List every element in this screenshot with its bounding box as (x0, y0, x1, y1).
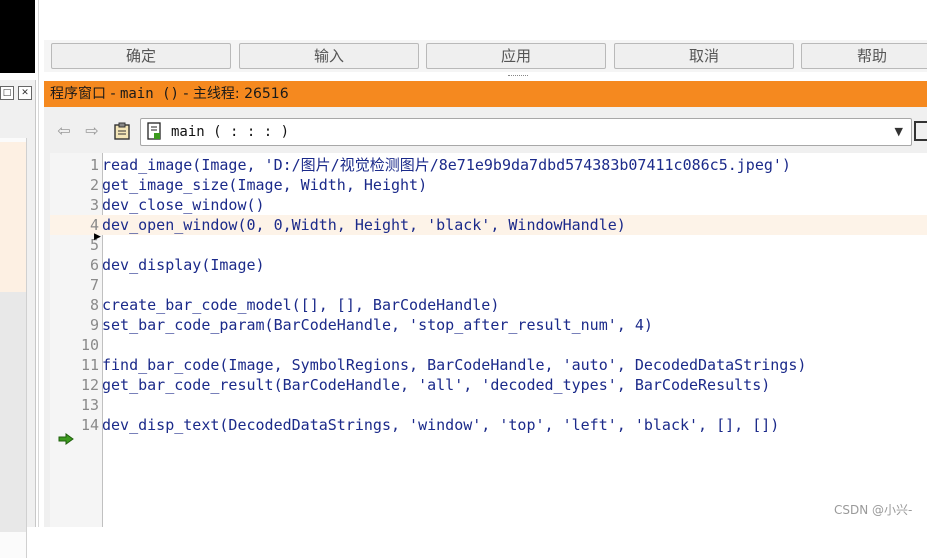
insertion-cursor-icon: ▶ (94, 232, 101, 242)
procedure-icon (147, 122, 161, 140)
forward-arrow-icon[interactable]: ⇨ (82, 121, 102, 141)
left-dark-area (0, 0, 35, 73)
code-line[interactable]: 2 get_image_size(Image, Width, Height) (50, 175, 927, 195)
divider (38, 0, 39, 527)
code-line[interactable]: 8 create_bar_code_model([], [], BarCodeHa… (50, 295, 927, 315)
program-window-title: 程序窗口 - main () - 主线程: 26516 (44, 81, 927, 107)
code-line[interactable]: 3 dev_close_window() (50, 195, 927, 215)
code-line[interactable]: 14 dev_disp_text(DecodedDataStrings, 'win… (50, 415, 927, 435)
restore-icon[interactable]: □ (0, 86, 14, 100)
program-toolbar: ⇦ ⇨ main ( : : : ) ▼ (44, 115, 927, 147)
code-line[interactable]: 12 get_bar_code_result(BarCodeHandle, 'al… (50, 375, 927, 395)
close-icon[interactable]: ✕ (18, 86, 32, 100)
splitter-grip[interactable] (508, 75, 528, 79)
watermark: CSDN @小兴- (834, 503, 913, 517)
code-line[interactable]: 13 (50, 395, 927, 415)
ok-button[interactable]: 确定 (51, 43, 231, 69)
back-arrow-icon[interactable]: ⇦ (54, 121, 74, 141)
help-button[interactable]: 帮助 (801, 43, 927, 69)
procedure-select[interactable]: main ( : : : ) ▼ (140, 118, 912, 146)
cancel-button[interactable]: 取消 (614, 43, 794, 69)
chevron-down-icon[interactable]: ▼ (895, 119, 903, 145)
left-panel-content (0, 138, 27, 558)
code-editor[interactable]: 1 read_image(Image, 'D:/图片/视觉检测图片/8e71e9b… (50, 153, 927, 527)
procedure-select-value: main ( : : : ) (171, 124, 290, 140)
left-side-panel: □ ✕ (0, 80, 36, 558)
program-counter-arrow-icon (58, 433, 74, 445)
code-line[interactable]: 1 read_image(Image, 'D:/图片/视觉检测图片/8e71e9b… (50, 155, 927, 175)
clipboard-icon[interactable] (112, 121, 132, 141)
code-line[interactable]: 6 dev_display(Image) (50, 255, 927, 275)
apply-button[interactable]: 应用 (426, 43, 606, 69)
code-line-current[interactable]: 4 dev_open_window(0, 0,Width, Height, 'bl… (50, 215, 927, 235)
code-line[interactable]: 5 (50, 235, 927, 255)
input-button[interactable]: 输入 (239, 43, 419, 69)
code-line[interactable]: 11 find_bar_code(Image, SymbolRegions, Ba… (50, 355, 927, 375)
code-line[interactable]: 9 set_bar_code_param(BarCodeHandle, 'stop… (50, 315, 927, 335)
program-window: 程序窗口 - main () - 主线程: 26516 ⇦ ⇨ main ( :… (44, 81, 927, 527)
code-line[interactable]: 7 (50, 275, 927, 295)
window-edge-icon[interactable] (914, 121, 927, 141)
code-line[interactable]: 10 (50, 335, 927, 355)
dialog-button-row: 确定 输入 应用 取消 帮助 (44, 40, 927, 72)
